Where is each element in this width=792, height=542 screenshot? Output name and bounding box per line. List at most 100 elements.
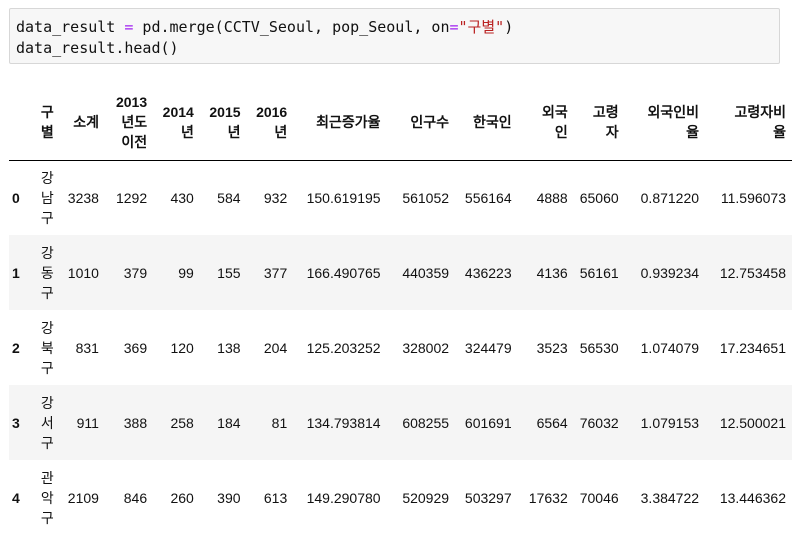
- table-cell: 324479: [464, 339, 512, 356]
- table-cell: 17632: [528, 489, 568, 506]
- column-header: 인구수: [410, 113, 450, 130]
- column-header: 2015 년: [209, 103, 241, 140]
- table-cell: 17.234651: [719, 339, 786, 356]
- table-cell: 134.793814: [306, 414, 381, 431]
- code-token: data_result: [16, 18, 125, 36]
- row-index: 0: [12, 189, 20, 206]
- table-cell: 520929: [402, 489, 450, 506]
- table-cell: 258: [170, 414, 194, 431]
- table-cell: 377: [263, 264, 288, 281]
- column-header: 2016 년: [256, 103, 288, 140]
- table-cell: 556164: [464, 189, 512, 206]
- table-cell: 369: [123, 339, 148, 356]
- row-index: 4: [12, 489, 20, 506]
- table-cell: 503297: [464, 489, 512, 506]
- column-header: 외국 인: [541, 103, 568, 140]
- row-index: 2: [12, 339, 20, 356]
- table-cell: 204: [263, 339, 288, 356]
- table-cell: 149.290780: [306, 489, 381, 506]
- table-cell: 150.619195: [306, 189, 381, 206]
- table-cell: 4136: [536, 264, 568, 281]
- table-row: 3 강 서 구 911 388 258 184 81 134.793814 60…: [9, 385, 792, 460]
- table-cell: 3.384722: [640, 489, 700, 506]
- table-cell: 608255: [402, 414, 450, 431]
- index-header: [9, 84, 31, 160]
- table-cell: 12.753458: [719, 264, 786, 281]
- table-cell: 436223: [464, 264, 512, 281]
- table-cell: 440359: [402, 264, 450, 281]
- table-cell: 강 남 구: [40, 169, 54, 226]
- table-cell: 328002: [402, 339, 450, 356]
- table-cell: 184: [217, 414, 241, 431]
- table-cell: 613: [263, 489, 288, 506]
- table-cell: 601691: [464, 414, 512, 431]
- table-cell: 65060: [579, 189, 619, 206]
- column-header: 최근증가율: [316, 113, 381, 130]
- table-cell: 260: [170, 489, 194, 506]
- table-cell: 379: [123, 264, 148, 281]
- table-cell: 6564: [536, 414, 568, 431]
- table-cell: 430: [170, 189, 194, 206]
- table-cell: 1.074079: [640, 339, 700, 356]
- table-cell: 4888: [536, 189, 568, 206]
- column-header: 2014 년: [162, 103, 194, 140]
- column-header: 고령 자: [592, 103, 619, 140]
- row-index: 1: [12, 264, 20, 281]
- column-header: 구 별: [40, 103, 54, 140]
- column-header: 소계: [73, 113, 99, 130]
- table-row: 2 강 북 구 831 369 120 138 204 125.203252 3…: [9, 310, 792, 385]
- table-cell: 0.939234: [640, 264, 700, 281]
- table-cell: 155: [217, 264, 241, 281]
- table-cell: 911: [76, 414, 99, 431]
- table-cell: 70046: [579, 489, 619, 506]
- table-cell: 13.446362: [719, 489, 786, 506]
- code-token: ): [504, 18, 514, 36]
- column-header: 고령자비 율: [734, 103, 786, 140]
- table-cell: 125.203252: [306, 339, 381, 356]
- table-row: 1 강 동 구 1010 379 99 155 377 166.490765 4…: [9, 235, 792, 310]
- table-cell: 2109: [67, 489, 99, 506]
- column-header: 한국인: [472, 113, 512, 130]
- table-cell: 166.490765: [306, 264, 381, 281]
- table-cell: 1292: [115, 189, 148, 206]
- table-cell: 561052: [402, 189, 450, 206]
- table-cell: 831: [75, 339, 99, 356]
- table-header-row: 구 별 소계 2013 년도 이전 2014 년 2015 년 2016 년 최…: [9, 84, 792, 160]
- dataframe-table: 구 별 소계 2013 년도 이전 2014 년 2015 년 2016 년 최…: [9, 84, 792, 535]
- table-cell: 강 동 구: [40, 244, 54, 301]
- table-cell: 388: [123, 414, 148, 431]
- table-cell: 3523: [536, 339, 568, 356]
- output-area: 구 별 소계 2013 년도 이전 2014 년 2015 년 2016 년 최…: [0, 84, 792, 542]
- code-line-1: data_result = pd.merge(CCTV_Seoul, pop_S…: [16, 18, 513, 36]
- table-cell: 81: [271, 414, 288, 431]
- row-index: 3: [12, 414, 20, 431]
- table-cell: 120: [170, 339, 194, 356]
- code-string: "구별": [458, 18, 505, 36]
- table-cell: 56161: [579, 264, 619, 281]
- table-cell: 강 서 구: [40, 394, 54, 451]
- column-header: 외국인비 율: [647, 103, 700, 140]
- table-cell: 932: [263, 189, 288, 206]
- code-cell[interactable]: data_result = pd.merge(CCTV_Seoul, pop_S…: [9, 8, 780, 64]
- table-cell: 관 악 구: [40, 469, 54, 526]
- table-cell: 390: [217, 489, 241, 506]
- table-cell: 138: [217, 339, 241, 356]
- table-cell: 1010: [67, 264, 99, 281]
- code-operator: =: [449, 18, 459, 36]
- table-cell: 846: [123, 489, 148, 506]
- column-header: 2013 년도 이전: [115, 93, 148, 150]
- table-cell: 11.596073: [720, 189, 786, 206]
- table-cell: 1.079153: [640, 414, 700, 431]
- table-cell: 99: [178, 264, 194, 281]
- table-cell: 강 북 구: [40, 319, 54, 376]
- table-cell: 12.500021: [719, 414, 786, 431]
- table-cell: 76032: [579, 414, 619, 431]
- table-row: 0 강 남 구 3238 1292 430 584 932 150.619195…: [9, 160, 792, 235]
- table-row: 4 관 악 구 2109 846 260 390 613 149.290780 …: [9, 460, 792, 535]
- code-line-2: data_result.head(): [16, 39, 179, 57]
- code-token: pd.merge(CCTV_Seoul, pop_Seoul, on: [133, 18, 450, 36]
- table-cell: 56530: [579, 339, 619, 356]
- table-cell: 0.871220: [640, 189, 700, 206]
- table-cell: 3238: [67, 189, 99, 206]
- table-cell: 584: [217, 189, 241, 206]
